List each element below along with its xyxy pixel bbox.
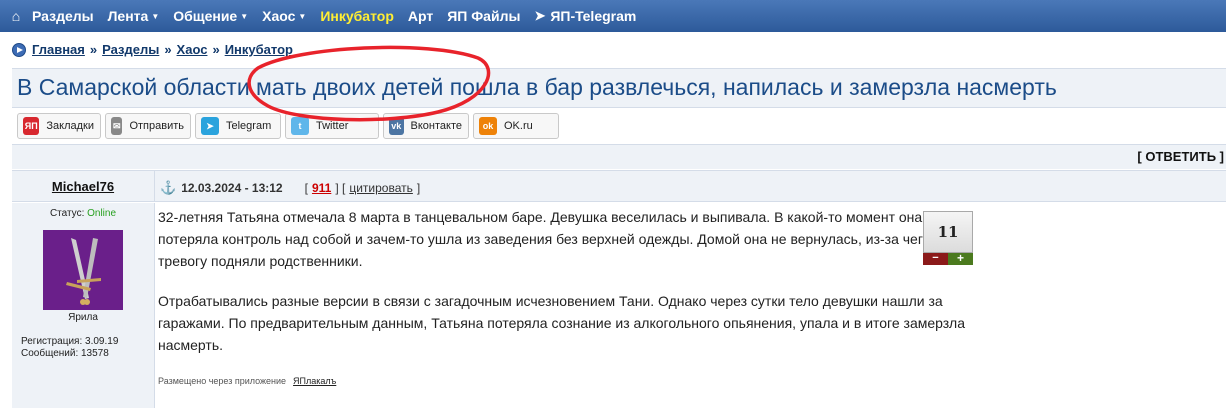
post-paragraph: 32-летняя Татьяна отмечала 8 марта в тан… [158, 209, 931, 269]
nav-item-1[interactable]: Лента ▼ [108, 8, 160, 24]
bracket-open: [ [304, 181, 308, 195]
telegram-icon: ➤ [201, 117, 219, 135]
share-button-twitter[interactable]: t Twitter [285, 113, 379, 139]
breadcrumb-separator: » [164, 42, 172, 57]
nav-item-5[interactable]: Арт [408, 8, 433, 24]
nav-item-label: Хаос [262, 8, 296, 24]
vk-icon: vk [389, 117, 404, 135]
column-divider [154, 171, 155, 201]
bracket-open: [ [342, 181, 346, 195]
rating-widget: 11 − + [923, 211, 973, 265]
home-icon[interactable]: ⌂ [0, 8, 32, 24]
share-buttons: ЯП Закладки ✉ Отправить ➤ Telegram t Twitter vk В… [17, 113, 563, 139]
breadcrumb-chaos[interactable]: Хаос [177, 42, 208, 57]
topic-title: В Самарской области мать двоих детей пош… [17, 74, 1057, 100]
share-button-telegram[interactable]: ➤ Telegram [195, 113, 281, 139]
posted-via: Размещено через приложение ЯПлакалъ [158, 376, 336, 386]
avatar[interactable] [43, 230, 123, 310]
nav-item-label: Арт [407, 8, 434, 24]
telegram-icon: ➤ [534, 8, 546, 23]
breadcrumb-separator: » [212, 42, 220, 57]
share-button-label: OK.ru [504, 120, 533, 132]
post-date: 12.03.2024 - 13:12 [181, 181, 283, 195]
posted-via-text: Размещено через приложение [158, 376, 287, 386]
nav-item-label: ЯП Файлы [447, 8, 521, 24]
nav-item-label: Лента [107, 8, 149, 24]
author-name[interactable]: Michael76 [12, 171, 154, 194]
swords-icon [43, 230, 123, 310]
nav-item-3[interactable]: Хаос ▼ [262, 8, 306, 24]
post-header: Michael76 ⚓ 12.03.2024 - 13:12 [ 911 ] [… [12, 170, 1226, 202]
nav-item-label: Общение [173, 8, 238, 24]
message-count: Сообщений: 13578 [21, 348, 109, 359]
breadcrumb-arrow-icon [12, 42, 26, 57]
chevron-down-icon: ▼ [151, 11, 160, 21]
twitter-icon: t [291, 117, 309, 135]
comment-count[interactable]: 911 [312, 181, 331, 195]
share-button-label: Вконтакте [410, 120, 462, 132]
avatar-caption: Ярила [68, 312, 98, 323]
bracket-close: ] [335, 181, 339, 195]
main-nav: ⌂ Разделы Лента ▼ Общение ▼ Хаос ▼ Инкубатор Арт… [0, 0, 1226, 32]
rating-minus-button[interactable]: − [923, 253, 948, 265]
status-online: Online [87, 208, 117, 219]
nav-item-4[interactable]: Инкубатор [320, 8, 394, 24]
ok-icon: ok [479, 117, 497, 135]
share-button-vk[interactable]: vk Вконтакте [383, 113, 469, 139]
rating-value: 11 [923, 211, 973, 253]
post-paragraph: Отрабатывались разные версии в связи с з… [158, 293, 965, 353]
rating-plus-button[interactable]: + [948, 252, 973, 265]
app-link[interactable]: ЯПлакалъ [293, 376, 336, 386]
share-button-label: Twitter [316, 120, 349, 132]
yap-icon: ЯП [23, 117, 40, 135]
author-status: Статус: Online [12, 208, 154, 219]
nav-item-6[interactable]: ЯП Файлы [447, 8, 520, 24]
share-button-mail[interactable]: ✉ Отправить [105, 113, 191, 139]
post-body: 32-летняя Татьяна отмечала 8 марта в тан… [158, 206, 978, 374]
share-button-ok[interactable]: ok OK.ru [473, 113, 559, 139]
author-panel: Статус: Online Ярила Регистрация: 3.09.1… [12, 203, 155, 408]
cite-link[interactable]: цитировать [349, 181, 413, 195]
breadcrumb-home[interactable]: Главная [32, 42, 85, 57]
anchor-icon[interactable]: ⚓ [160, 180, 176, 196]
nav-item-label: Инкубатор [320, 8, 394, 24]
bracket-close: ] [416, 181, 421, 195]
reply-row: [ ОТВЕТИТЬ ] [12, 144, 1226, 169]
breadcrumb-sections[interactable]: Разделы [102, 42, 159, 57]
nav-item-0[interactable]: Разделы [32, 8, 94, 24]
topic-title-bar: В Самарской области мать двоих детей пош… [12, 68, 1226, 108]
nav-item-7[interactable]: ➤ ЯП-Telegram [534, 8, 636, 24]
breadcrumb: Главная » Разделы » Хаос » Инкубатор [12, 42, 293, 57]
chevron-down-icon: ▼ [298, 11, 307, 21]
chevron-down-icon: ▼ [240, 11, 249, 21]
share-button-yap[interactable]: ЯП Закладки [17, 113, 101, 139]
breadcrumb-separator: » [89, 42, 98, 57]
nav-items: Разделы Лента ▼ Общение ▼ Хаос ▼ Инкубатор Арт ЯП… [32, 8, 650, 24]
nav-item-label: ЯП-Telegram [550, 8, 637, 24]
nav-item-label: Разделы [32, 8, 94, 24]
share-button-label: Закладки [46, 120, 94, 132]
reply-button[interactable]: [ ОТВЕТИТЬ ] [1137, 149, 1224, 164]
breadcrumb-incubator[interactable]: Инкубатор [225, 42, 293, 57]
share-button-label: Отправить [129, 120, 184, 132]
share-button-label: Telegram [226, 120, 272, 132]
registration-date: Регистрация: 3.09.19 [21, 336, 119, 347]
mail-icon: ✉ [111, 117, 123, 135]
nav-item-2[interactable]: Общение ▼ [173, 8, 248, 24]
post-meta: ⚓ 12.03.2024 - 13:12 [ 911 ] [ цитироват… [160, 180, 420, 196]
author-stats: Регистрация: 3.09.19 Сообщений: 13578 [21, 336, 118, 360]
status-label: Статус: [49, 208, 85, 219]
